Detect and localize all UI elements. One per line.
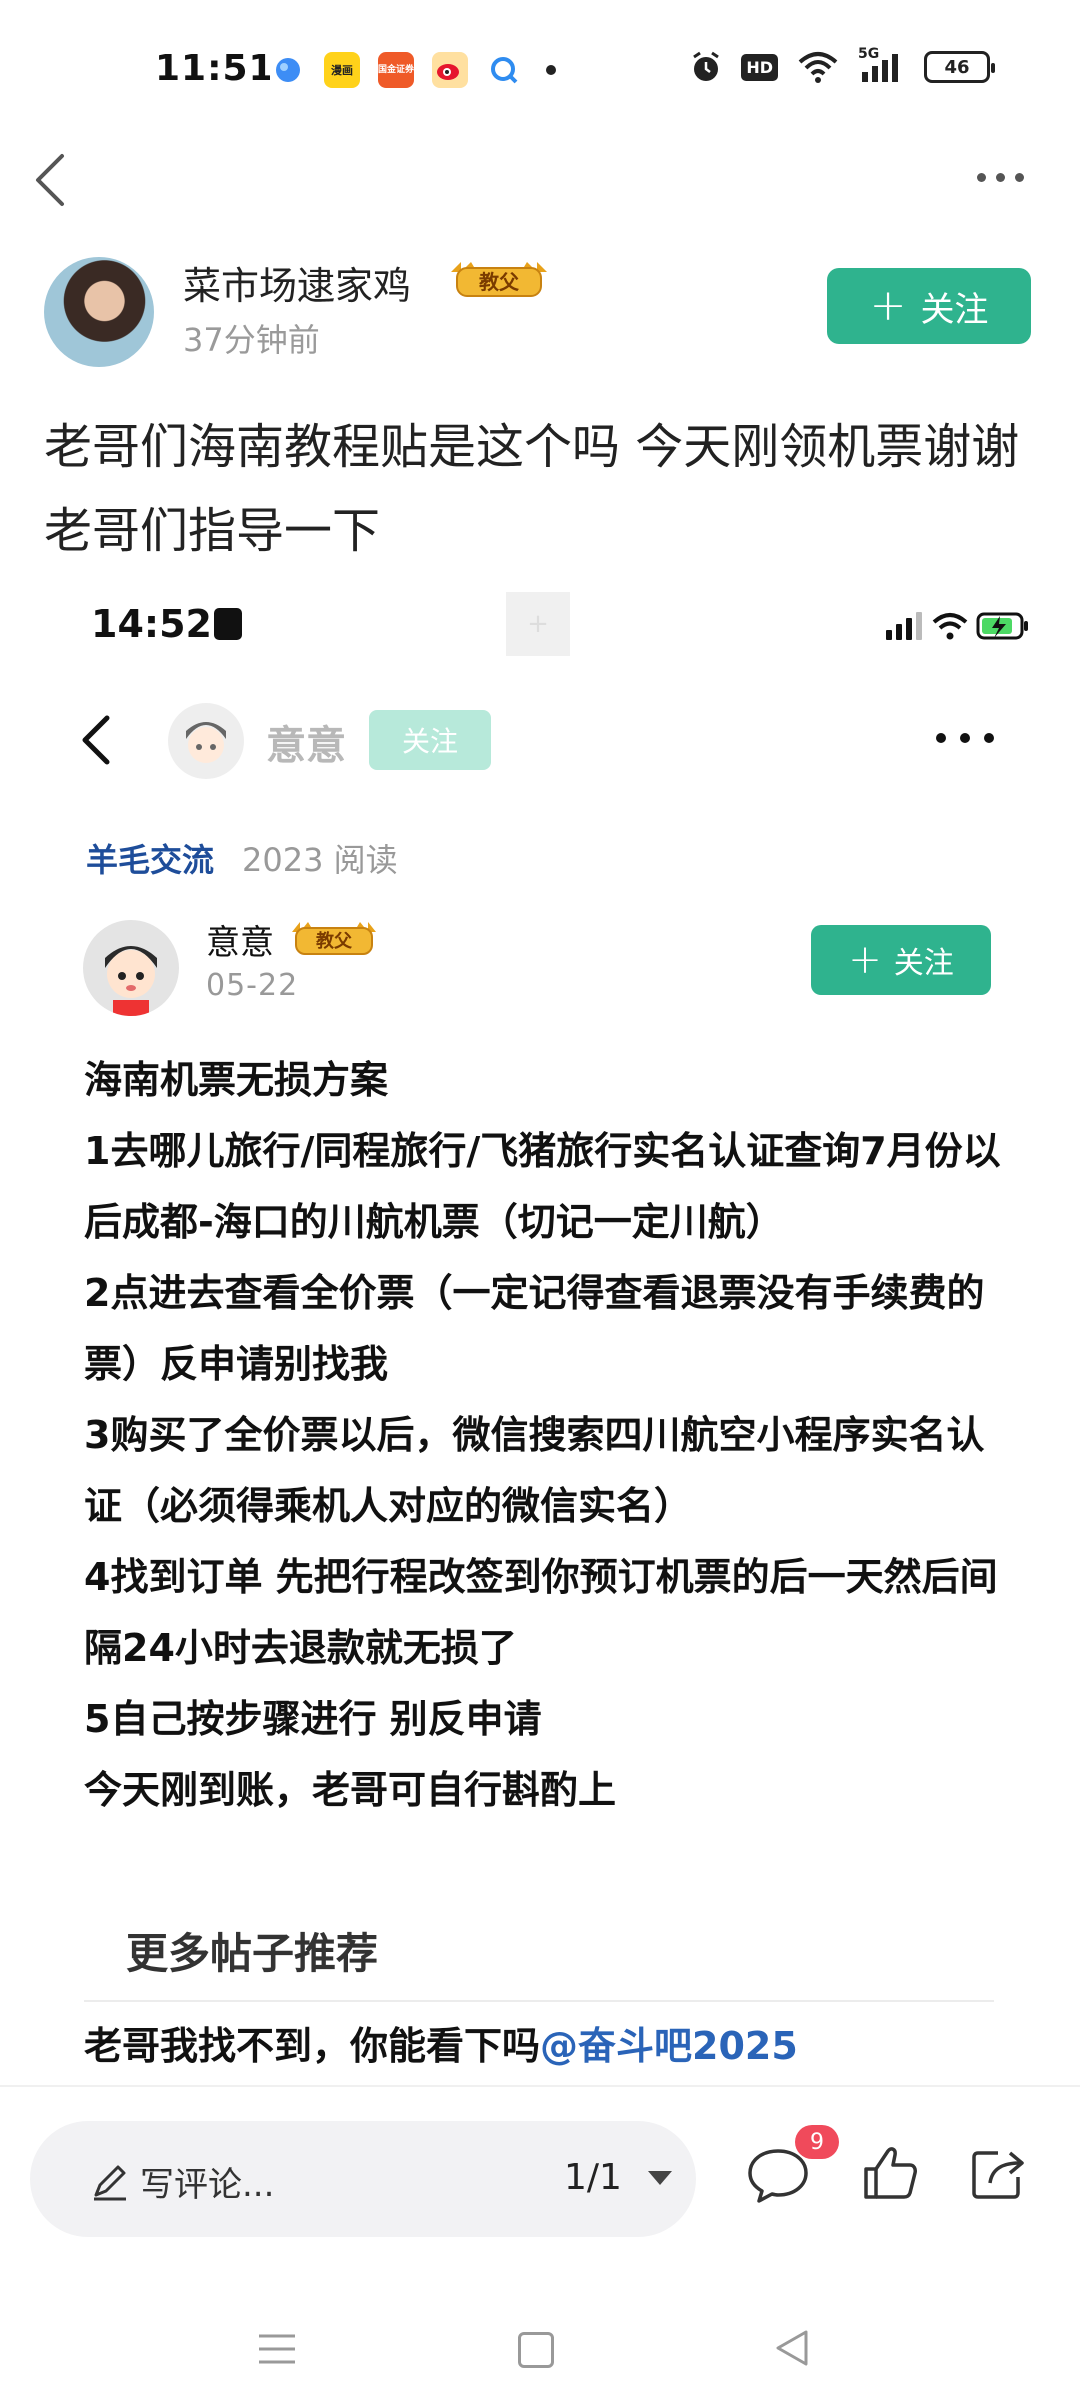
embedded-mention: @奋斗吧2025	[540, 2024, 798, 2068]
embedded-follow-label: 关注	[893, 946, 954, 981]
embedded-date: 05-22	[206, 968, 299, 1003]
bottom-action-bar: 写评论... 1/1 9	[0, 2085, 1080, 2237]
system-back-icon[interactable]	[772, 2328, 812, 2368]
page-indicator[interactable]: 1/1	[564, 2157, 622, 2198]
body-line: 4找到订单 先把行程改签到你预订机票的后一天然后间隔24小时去退款就无损了	[84, 1555, 998, 1670]
post-image[interactable]: 14:52 + 意意 关注 羊毛交流 2023 阅读 意意 教父 05-22 +…	[44, 580, 1036, 2085]
embedded-category: 羊毛交流	[86, 841, 215, 879]
status-bar: 11:51 漫画 国金证券 HD 5G 46	[0, 0, 1080, 140]
embedded-top-avatar	[168, 703, 244, 779]
embedded-status-icons	[886, 612, 1028, 640]
embedded-top-follow: 关注	[369, 710, 491, 770]
body-line: 5自己按步骤进行 别反申请	[84, 1697, 542, 1741]
menu-icon[interactable]	[257, 2332, 297, 2366]
follow-button[interactable]: + 关注	[827, 268, 1031, 344]
more-notifications-dot	[546, 65, 556, 75]
caret-down-icon[interactable]	[648, 2171, 672, 2185]
comment-count-badge: 9	[795, 2125, 839, 2159]
comment-input[interactable]: 写评论... 1/1	[30, 2121, 696, 2237]
badge-icon: 教父	[451, 262, 547, 297]
weibo-icon	[432, 52, 468, 88]
pencil-icon	[94, 2165, 126, 2201]
share-icon[interactable]	[968, 2143, 1028, 2203]
body-line: 海南机票无损方案	[84, 1058, 389, 1102]
follow-label: 关注	[920, 289, 989, 330]
plus-icon: +	[869, 280, 907, 331]
embedded-more-posts-title: 更多帖子推荐	[126, 1929, 379, 1978]
search-app-icon	[486, 52, 522, 88]
status-right-icons: HD 5G 46	[689, 46, 995, 84]
post-title: 老哥们海南教程贴是这个吗 今天刚领机票谢谢老哥们指导一下	[44, 419, 1020, 559]
alarm-icon	[693, 51, 720, 81]
more-options-button[interactable]	[970, 162, 1030, 192]
author-avatar[interactable]	[44, 257, 154, 367]
bubble-app-icon	[270, 52, 306, 88]
comment-placeholder: 写评论...	[140, 2165, 275, 2205]
embedded-plus-icon: +	[848, 937, 882, 983]
status-time: 11:51	[155, 48, 275, 89]
embedded-more-icon	[936, 728, 1006, 748]
embedded-time: 14:52	[91, 602, 212, 646]
embedded-badge-icon: 教父	[292, 922, 376, 955]
embedded-body: 海南机票无损方案 1去哪儿旅行/同程旅行/飞猪旅行实名认证查询7月份以后成都-海…	[84, 1045, 1004, 1826]
like-icon[interactable]	[860, 2143, 920, 2203]
image-placeholder-icon: +	[506, 592, 570, 656]
embedded-comment-text: 老哥我找不到，你能看下吗	[84, 2024, 541, 2068]
battery-indicator: 46	[924, 51, 995, 83]
post-time: 37分钟前	[183, 321, 320, 359]
system-navigation-bar	[0, 2280, 1080, 2400]
badge-text: 教父	[479, 270, 520, 294]
embedded-badge-text: 教父	[316, 930, 353, 952]
cellular-signal-icon: 5G	[858, 46, 906, 84]
body-line: 2点进去查看全价票（一定记得查看退票没有手续费的票）反申请别找我	[84, 1271, 985, 1386]
id-card-icon	[214, 608, 242, 640]
embedded-follow-button: + 关注	[811, 925, 991, 995]
embedded-top-name: 意意	[266, 723, 346, 769]
notification-icons: 漫画 国金证券	[270, 52, 556, 88]
back-icon[interactable]	[28, 150, 78, 210]
body-line: 1去哪儿旅行/同程旅行/飞猪旅行实名认证查询7月份以后成都-海口的川航机票（切记…	[84, 1129, 1001, 1244]
securities-app-icon: 国金证券	[378, 52, 414, 88]
hd-icon: HD	[741, 53, 778, 81]
embedded-reads: 2023 阅读	[242, 841, 398, 879]
home-icon[interactable]	[518, 2332, 554, 2368]
embedded-back-icon	[82, 715, 110, 765]
body-line: 今天刚到账，老哥可自行斟酌上	[84, 1768, 617, 1812]
body-line: 3购买了全价票以后，微信搜索四川航空小程序实名认证（必须得乘机人对应的微信实名）	[84, 1413, 985, 1528]
divider	[84, 2000, 994, 2002]
wifi-icon	[798, 52, 838, 83]
author-name[interactable]: 菜市场逮家鸡	[183, 255, 411, 310]
embedded-comment: 老哥我找不到，你能看下吗@奋斗吧2025	[84, 2015, 798, 2070]
embedded-author-name: 意意	[206, 923, 274, 963]
cartoon-app-icon: 漫画	[324, 52, 360, 88]
embedded-author-avatar	[83, 920, 179, 1016]
